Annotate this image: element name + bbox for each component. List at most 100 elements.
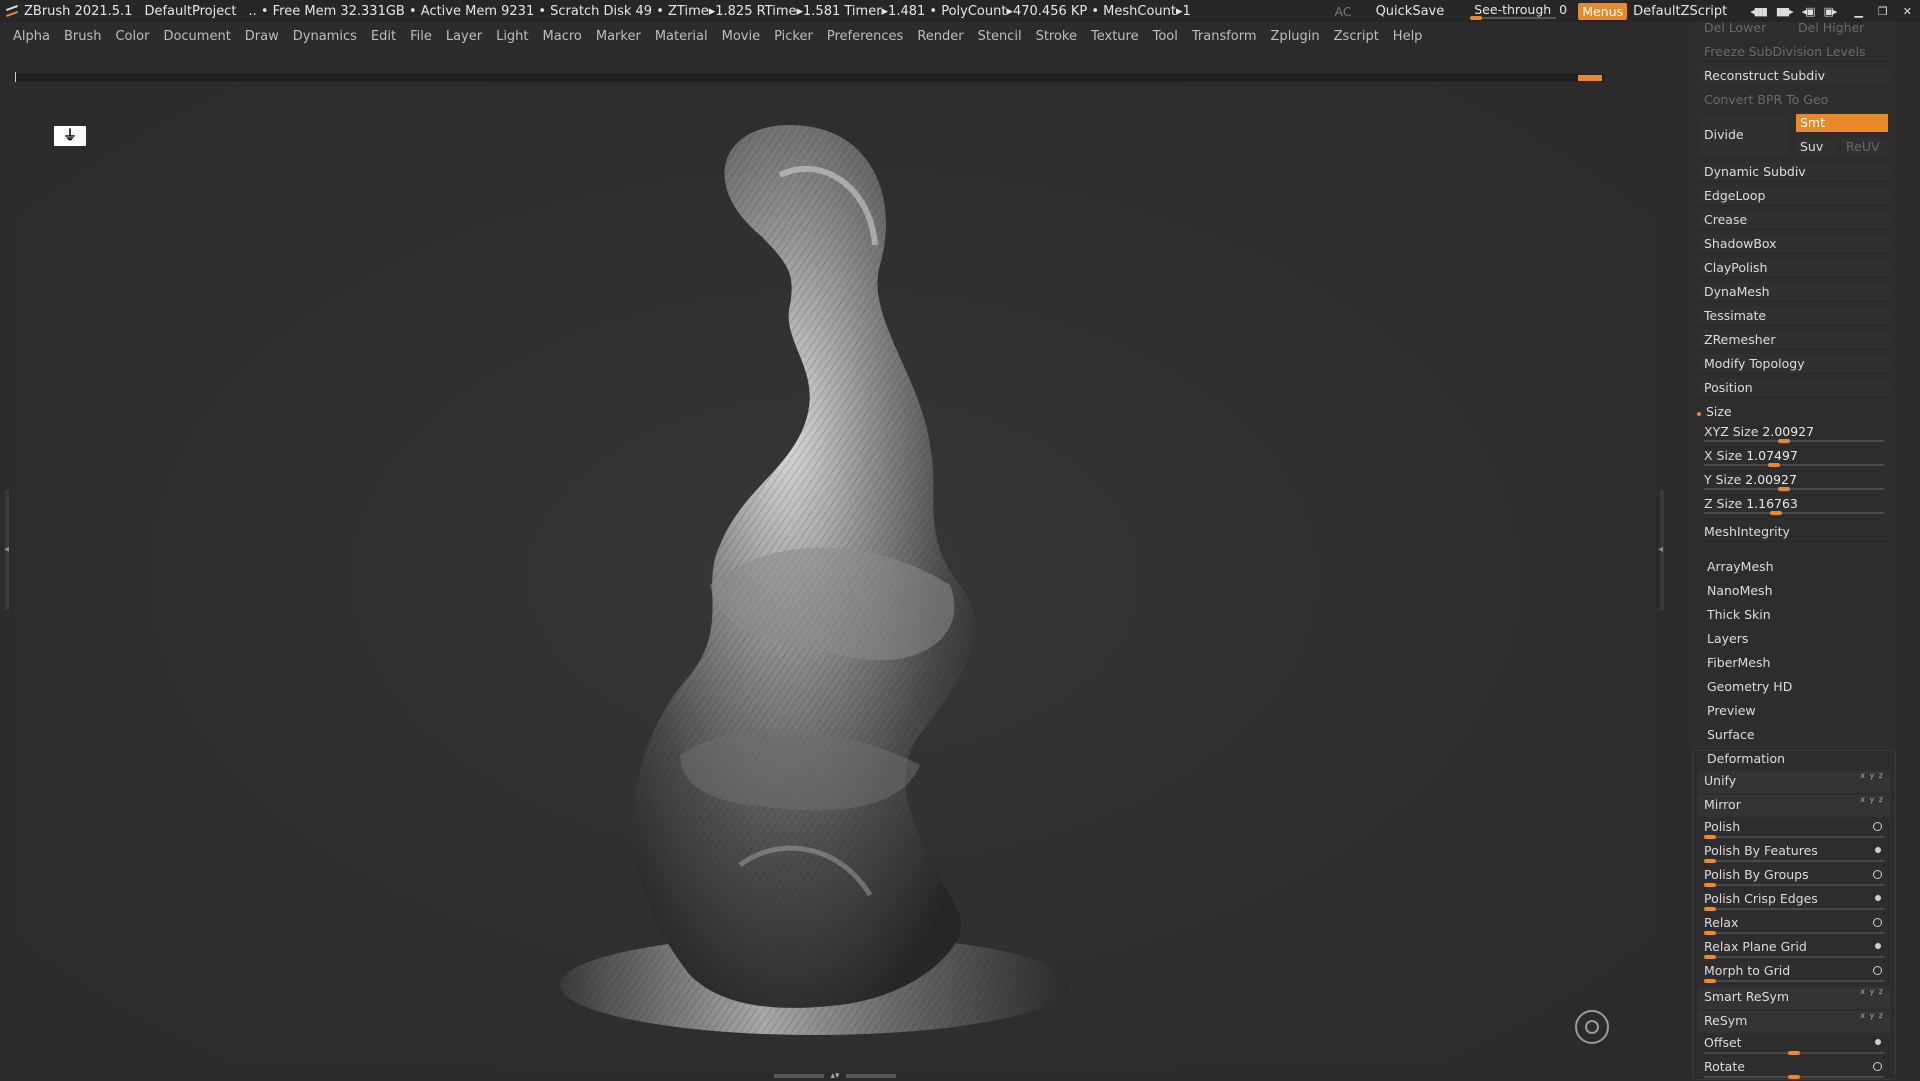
y-size-slider[interactable]: Y Size 2.00927 bbox=[1698, 470, 1890, 492]
z-size-slider[interactable]: Z Size 1.16763 bbox=[1698, 494, 1890, 516]
offset-slider[interactable]: Offset bbox=[1698, 1033, 1890, 1055]
floor-grid-icon[interactable]: ⏚ bbox=[54, 126, 86, 146]
menu-marker[interactable]: Marker bbox=[596, 29, 641, 44]
subpalette-preview[interactable]: Preview bbox=[1692, 700, 1896, 722]
divide-button[interactable]: Divide bbox=[1698, 114, 1790, 156]
morph-to-grid-knob[interactable] bbox=[1704, 979, 1716, 983]
suv-toggle[interactable]: Suv bbox=[1796, 138, 1838, 156]
offset-mask-icon[interactable] bbox=[1875, 1039, 1881, 1045]
polish-crisp-edges-mask-icon[interactable] bbox=[1875, 895, 1881, 901]
claypolish-button[interactable]: ClayPolish bbox=[1698, 258, 1890, 278]
edgeloop-button[interactable]: EdgeLoop bbox=[1698, 186, 1890, 206]
polish-by-groups-slider[interactable]: Polish By Groups bbox=[1698, 865, 1890, 887]
menus-toggle[interactable]: Menus bbox=[1578, 2, 1628, 20]
morph-to-grid-mask-icon[interactable] bbox=[1873, 966, 1882, 975]
dynamesh-button[interactable]: DynaMesh bbox=[1698, 282, 1890, 302]
menu-texture[interactable]: Texture bbox=[1091, 29, 1139, 44]
see-through-knob[interactable] bbox=[1470, 16, 1483, 20]
mesh-integrity-button[interactable]: MeshIntegrity bbox=[1698, 522, 1890, 542]
subpalette-thick-skin[interactable]: Thick Skin bbox=[1692, 604, 1896, 626]
polish-slider[interactable]: Polish bbox=[1698, 817, 1890, 839]
bottom-tray-handle[interactable]: ▴▾ bbox=[770, 1071, 900, 1081]
offset-knob[interactable] bbox=[1788, 1051, 1800, 1055]
sculpt-model[interactable] bbox=[540, 115, 1100, 1045]
tracking-strip[interactable] bbox=[15, 74, 1605, 82]
subpalette-geometry-hd[interactable]: Geometry HD bbox=[1692, 676, 1896, 698]
tessimate-button[interactable]: Tessimate bbox=[1698, 306, 1890, 326]
subpalette-layers[interactable]: Layers bbox=[1692, 628, 1896, 650]
dynamic-subdiv-button[interactable]: Dynamic Subdiv bbox=[1698, 162, 1890, 182]
timeline-indicator[interactable] bbox=[1578, 75, 1602, 81]
subpalette-fibermesh[interactable]: FiberMesh bbox=[1692, 652, 1896, 674]
shadowbox-button[interactable]: ShadowBox bbox=[1698, 234, 1890, 254]
del-lower-button[interactable]: Del Lower Del Higher bbox=[1698, 18, 1890, 38]
menu-preferences[interactable]: Preferences bbox=[827, 29, 903, 44]
menu-dynamics[interactable]: Dynamics bbox=[293, 29, 357, 44]
freeze-subdivision-button[interactable]: Freeze SubDivision Levels bbox=[1698, 42, 1890, 62]
modify-topology-button[interactable]: Modify Topology bbox=[1698, 354, 1890, 374]
subpalette-arraymesh[interactable]: ArrayMesh bbox=[1692, 556, 1896, 578]
del-higher-button[interactable]: Del Higher bbox=[1798, 18, 1864, 38]
relax-slider[interactable]: Relax bbox=[1698, 913, 1890, 935]
relax-plane-grid-slider[interactable]: Relax Plane Grid bbox=[1698, 937, 1890, 959]
menu-render[interactable]: Render bbox=[917, 29, 963, 44]
restore-icon[interactable]: ❐ bbox=[1878, 5, 1888, 18]
menu-material[interactable]: Material bbox=[655, 29, 708, 44]
menu-zscript[interactable]: Zscript bbox=[1334, 29, 1379, 44]
subpalette-surface[interactable]: Surface bbox=[1692, 724, 1896, 746]
xyz-size-knob[interactable] bbox=[1777, 439, 1790, 443]
menu-layer[interactable]: Layer bbox=[446, 29, 482, 44]
y-size-knob[interactable] bbox=[1777, 487, 1790, 491]
x-size-knob[interactable] bbox=[1767, 463, 1780, 467]
crease-button[interactable]: Crease bbox=[1698, 210, 1890, 230]
see-through-slider[interactable]: See-through 0 bbox=[1470, 1, 1567, 21]
menu-file[interactable]: File bbox=[410, 29, 432, 44]
menu-alpha[interactable]: Alpha bbox=[13, 29, 50, 44]
polish-by-groups-knob[interactable] bbox=[1704, 883, 1716, 887]
right-tray-arrow-icon[interactable]: ◂ bbox=[1658, 544, 1663, 555]
menu-help[interactable]: Help bbox=[1393, 29, 1423, 44]
relax-mask-icon[interactable] bbox=[1873, 918, 1882, 927]
polish-crisp-edges-knob[interactable] bbox=[1704, 907, 1716, 911]
polish-mask-icon[interactable] bbox=[1873, 822, 1882, 831]
unify-axis-icons[interactable]: x y z bbox=[1860, 771, 1884, 780]
menu-stencil[interactable]: Stencil bbox=[978, 29, 1022, 44]
left-tray-arrow-icon[interactable]: ◂ bbox=[4, 544, 9, 555]
xyz-size-slider[interactable]: XYZ Size 2.00927 bbox=[1698, 422, 1890, 444]
deformation-header[interactable]: Deformation bbox=[1692, 748, 1896, 770]
morph-to-grid-slider[interactable]: Morph to Grid bbox=[1698, 961, 1890, 983]
menu-zplugin[interactable]: Zplugin bbox=[1271, 29, 1320, 44]
layout-left-icon[interactable]: ◂▮▮▮ bbox=[1750, 5, 1768, 18]
polish-by-features-slider[interactable]: Polish By Features bbox=[1698, 841, 1890, 863]
mirror-button[interactable]: Mirror x y z bbox=[1698, 795, 1890, 817]
navigation-gizmo-icon[interactable] bbox=[1575, 1010, 1609, 1044]
z-size-knob[interactable] bbox=[1769, 511, 1782, 515]
smt-toggle[interactable]: Smt bbox=[1796, 114, 1888, 132]
resym-button[interactable]: ReSym x y z bbox=[1698, 1011, 1890, 1033]
relax-plane-grid-mask-icon[interactable] bbox=[1875, 943, 1881, 949]
x-size-slider[interactable]: X Size 1.07497 bbox=[1698, 446, 1890, 468]
relax-plane-grid-knob[interactable] bbox=[1704, 955, 1716, 959]
mirror-axis-icons[interactable]: x y z bbox=[1860, 795, 1884, 804]
polish-crisp-edges-slider[interactable]: Polish Crisp Edges bbox=[1698, 889, 1890, 911]
menu-draw[interactable]: Draw bbox=[245, 29, 279, 44]
polish-knob[interactable] bbox=[1704, 835, 1716, 839]
smart-resym-button[interactable]: Smart ReSym x y z bbox=[1698, 987, 1890, 1009]
minimize-icon[interactable]: ▁ bbox=[1854, 5, 1863, 18]
menu-macro[interactable]: Macro bbox=[543, 29, 582, 44]
layout-right-icon[interactable]: ▮▮▮▸ bbox=[1776, 5, 1794, 18]
rotate-slider[interactable]: Rotate bbox=[1698, 1057, 1890, 1079]
resym-axis-icons[interactable]: x y z bbox=[1860, 1011, 1884, 1020]
polish-by-features-mask-icon[interactable] bbox=[1875, 847, 1881, 853]
polish-by-groups-mask-icon[interactable] bbox=[1873, 870, 1882, 879]
rotate-mask-icon[interactable] bbox=[1873, 1062, 1882, 1071]
reconstruct-subdiv-button[interactable]: Reconstruct Subdiv bbox=[1698, 66, 1890, 86]
menu-tool[interactable]: Tool bbox=[1153, 29, 1178, 44]
reuv-button[interactable]: ReUV bbox=[1842, 138, 1888, 156]
relax-knob[interactable] bbox=[1704, 931, 1716, 935]
menu-stroke[interactable]: Stroke bbox=[1036, 29, 1077, 44]
menu-picker[interactable]: Picker bbox=[774, 29, 813, 44]
ac-button[interactable]: AC bbox=[1335, 4, 1352, 19]
menu-transform[interactable]: Transform bbox=[1192, 29, 1257, 44]
menu-edit[interactable]: Edit bbox=[371, 29, 396, 44]
